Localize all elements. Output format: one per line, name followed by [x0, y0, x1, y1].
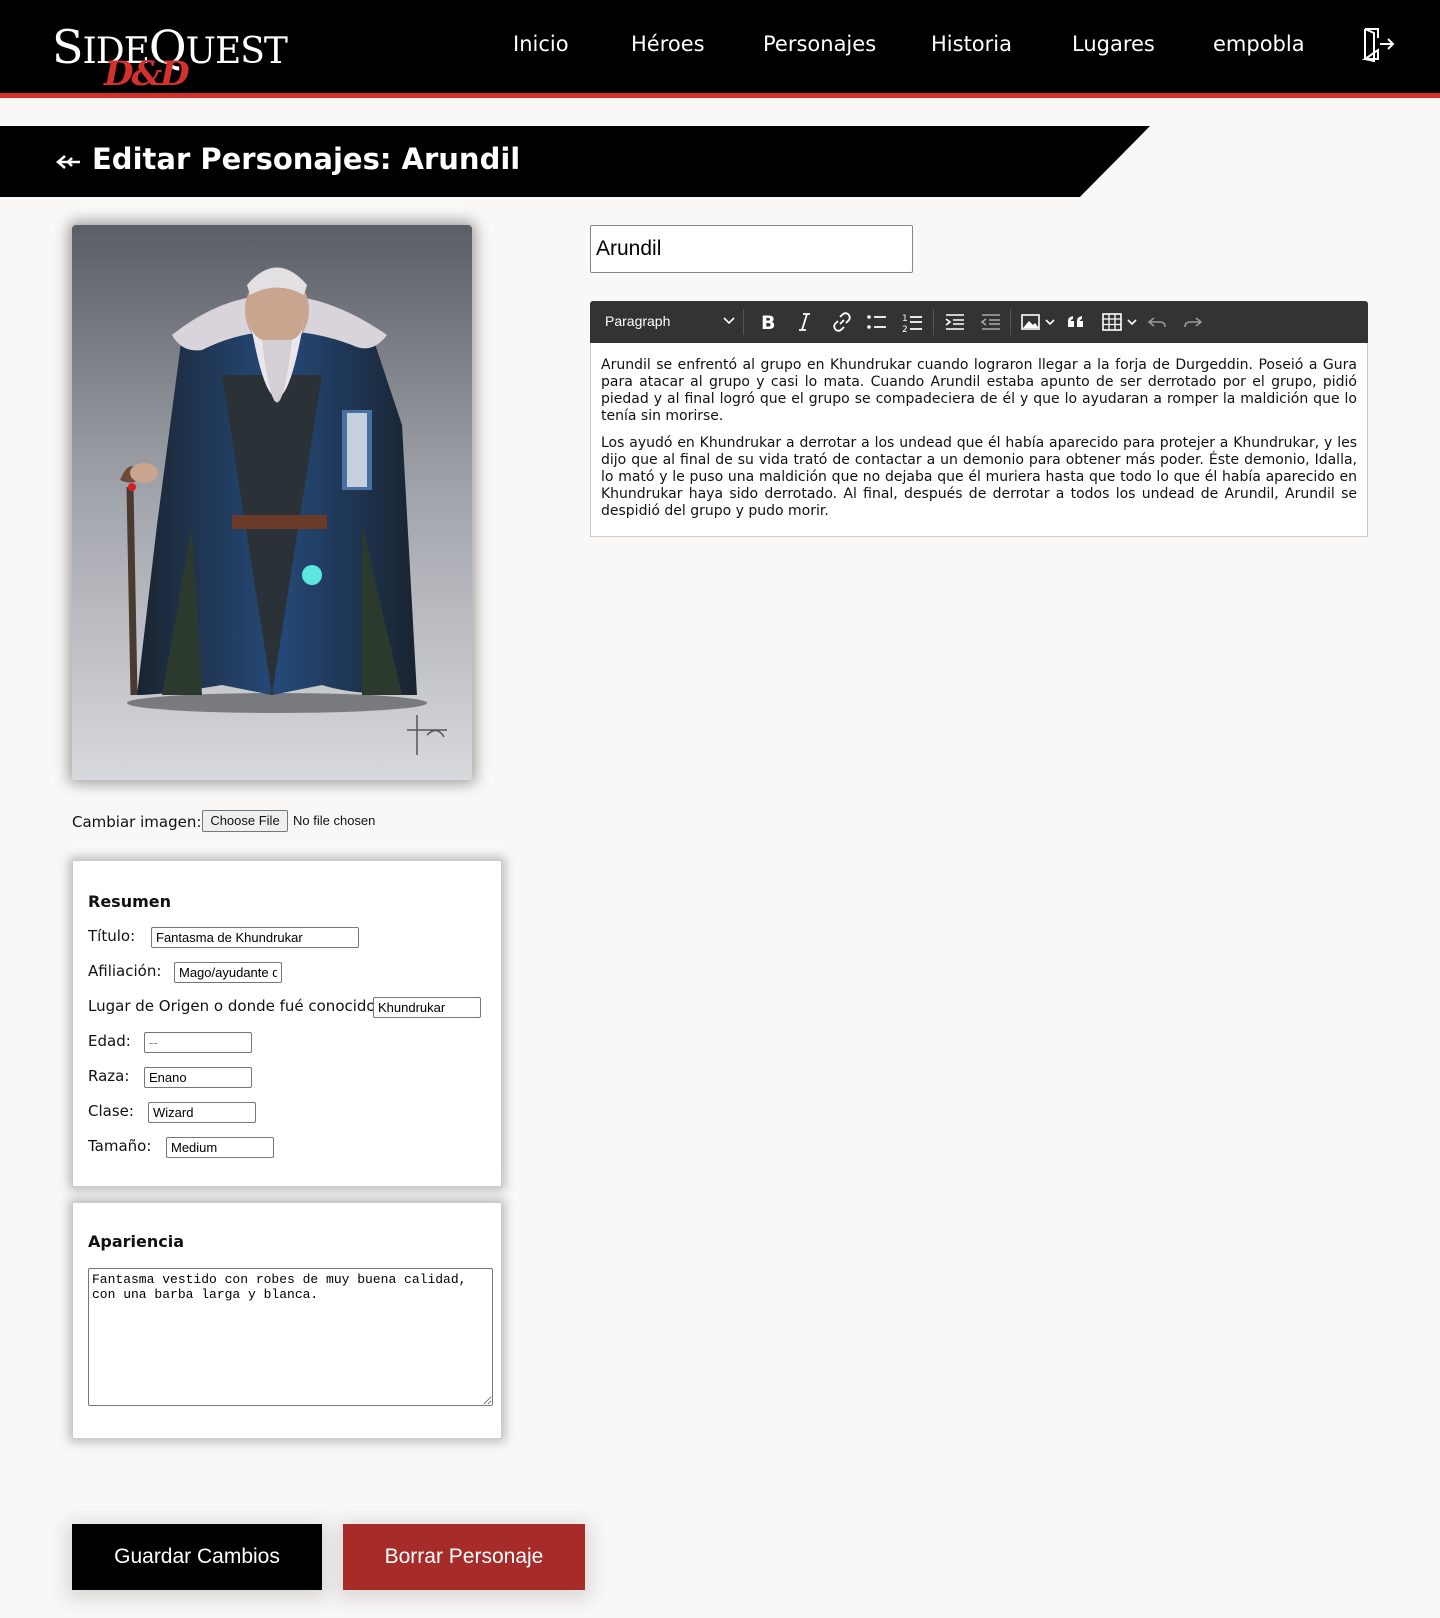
resumen-card: Resumen Título: Afiliación: Lugar de Ori…	[72, 860, 502, 1187]
indent-icon[interactable]	[944, 310, 966, 334]
svg-text:1: 1	[902, 314, 908, 324]
paragraph-style-label: Paragraph	[605, 313, 671, 329]
file-status-text: No file chosen	[293, 813, 376, 828]
change-image-row: Cambiar imagen: Choose File No file chos…	[72, 810, 492, 834]
save-changes-button[interactable]: Guardar Cambios	[72, 1524, 322, 1590]
chevron-down-icon	[723, 317, 735, 325]
raza-input[interactable]	[144, 1067, 252, 1088]
character-name-input[interactable]	[590, 225, 913, 273]
table-icon[interactable]	[1102, 310, 1140, 334]
character-portrait	[72, 225, 472, 780]
svg-text:2: 2	[902, 325, 908, 334]
main-nav: Inicio Héroes Personajes Historia Lugare…	[0, 32, 1440, 62]
numbered-list-icon[interactable]: 12	[902, 310, 924, 334]
apariencia-card: Apariencia	[72, 1202, 502, 1439]
apariencia-title: Apariencia	[88, 1232, 185, 1251]
image-icon[interactable]	[1021, 310, 1057, 334]
top-navigation-bar: SIDEQUEST D&D Inicio Héroes Personajes H…	[0, 0, 1440, 98]
afiliacion-input[interactable]	[174, 962, 282, 983]
svg-text:B: B	[761, 312, 775, 334]
change-image-label: Cambiar imagen:	[72, 813, 202, 831]
titulo-label: Título:	[88, 927, 136, 945]
logout-door-icon[interactable]	[1361, 26, 1396, 63]
nav-item-personajes[interactable]: Personajes	[763, 32, 876, 56]
tamano-input[interactable]	[166, 1137, 274, 1158]
nav-item-user[interactable]: empobla	[1213, 32, 1305, 56]
bulleted-list-icon[interactable]	[866, 310, 888, 334]
edad-label: Edad:	[88, 1032, 131, 1050]
resumen-title: Resumen	[88, 892, 171, 911]
tamano-label: Tamaño:	[88, 1137, 152, 1155]
editor-paragraph: Los ayudó en Khundrukar a derrotar a los…	[601, 435, 1357, 519]
undo-icon[interactable]	[1146, 310, 1168, 334]
link-icon[interactable]	[832, 310, 852, 334]
toolbar-separator	[933, 309, 934, 335]
clase-label: Clase:	[88, 1102, 134, 1120]
apariencia-textarea[interactable]	[88, 1268, 493, 1406]
toolbar-separator	[743, 309, 744, 335]
paragraph-style-dropdown[interactable]: Paragraph	[605, 313, 735, 329]
back-arrow-icon[interactable]	[55, 150, 81, 174]
nav-item-inicio[interactable]: Inicio	[513, 32, 569, 56]
italic-icon[interactable]	[796, 310, 812, 334]
edad-input[interactable]	[144, 1032, 252, 1053]
raza-label: Raza:	[88, 1067, 130, 1085]
clase-input[interactable]	[148, 1102, 256, 1123]
lugar-origen-label: Lugar de Origen o donde fué conocido:	[88, 997, 381, 1015]
outdent-icon[interactable]	[980, 310, 1002, 334]
titulo-input[interactable]	[151, 927, 359, 948]
toolbar-separator	[1010, 309, 1011, 335]
rich-text-editor[interactable]: Arundil se enfrentó al grupo en Khundruk…	[590, 343, 1368, 537]
nav-item-heroes[interactable]: Héroes	[631, 32, 705, 56]
nav-item-historia[interactable]: Historia	[931, 32, 1012, 56]
bold-icon[interactable]: B	[760, 310, 778, 334]
afiliacion-label: Afiliación:	[88, 962, 162, 980]
delete-character-button[interactable]: Borrar Personaje	[343, 1524, 585, 1590]
blockquote-icon[interactable]	[1066, 310, 1086, 334]
page-title: Editar Personajes: Arundil	[92, 142, 521, 176]
editor-toolbar: Paragraph B 12	[590, 301, 1368, 343]
editor-paragraph: Arundil se enfrentó al grupo en Khundruk…	[601, 357, 1357, 424]
nav-item-lugares[interactable]: Lugares	[1072, 32, 1155, 56]
lugar-origen-input[interactable]	[373, 997, 481, 1018]
choose-file-button[interactable]: Choose File	[202, 810, 288, 832]
redo-icon[interactable]	[1182, 310, 1204, 334]
